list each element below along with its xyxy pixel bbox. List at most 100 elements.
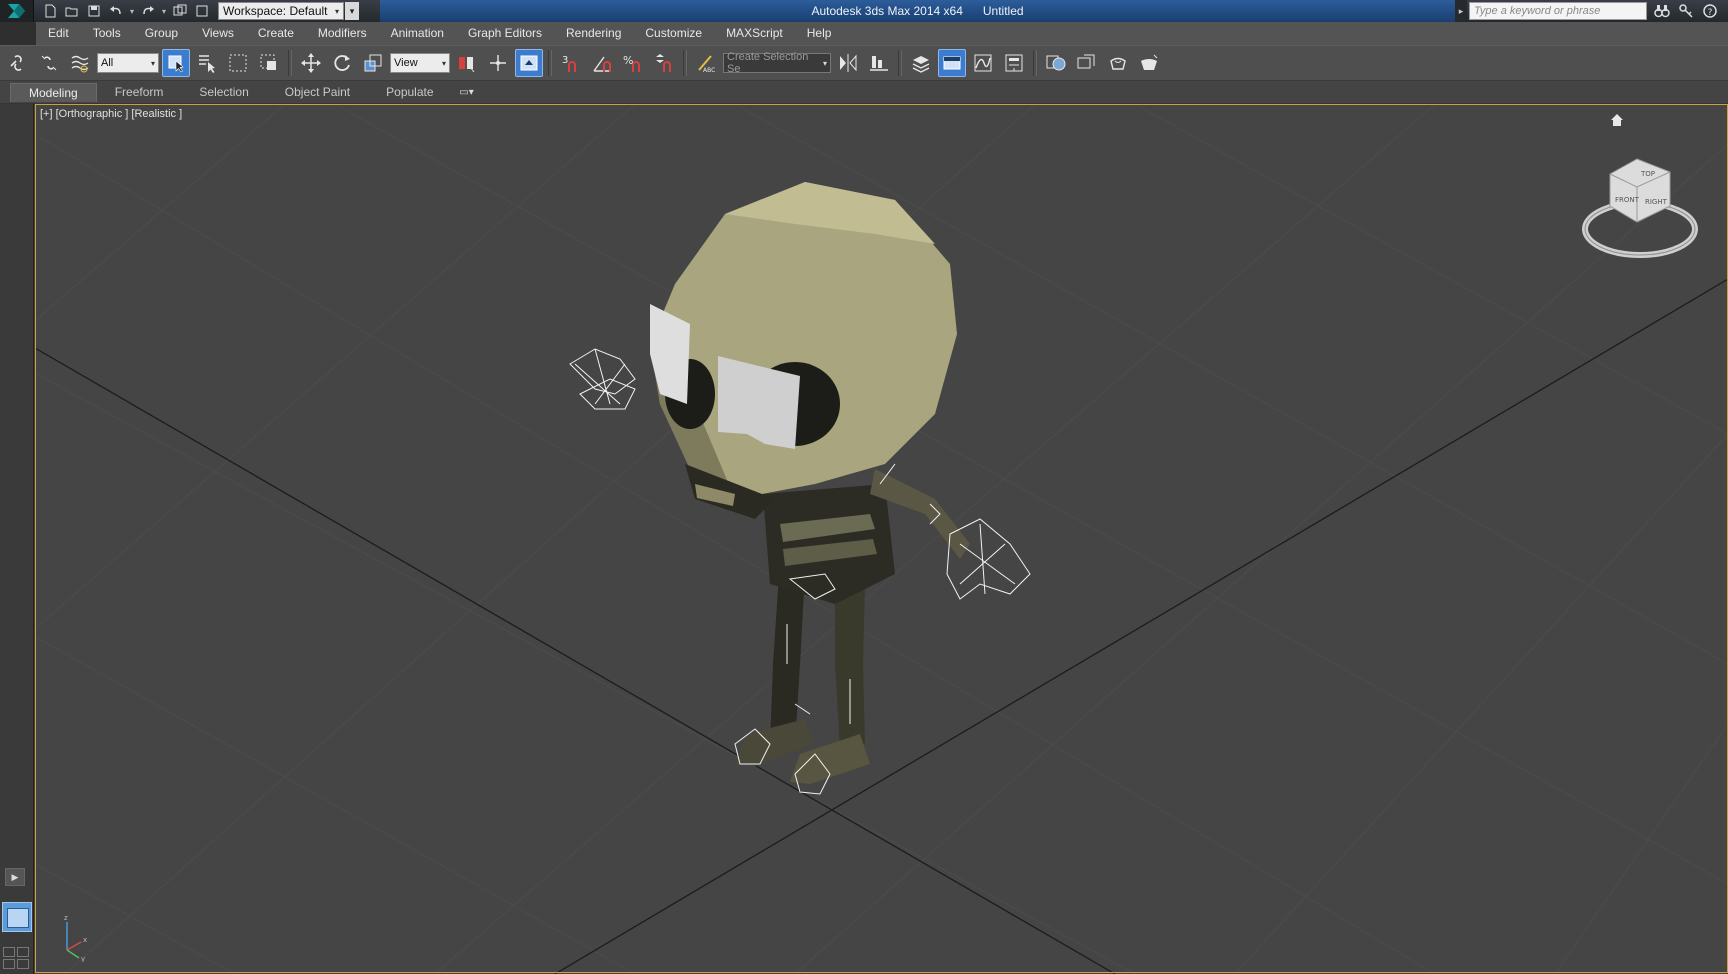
- fetch-icon[interactable]: [192, 2, 212, 20]
- quick-access-customize-icon[interactable]: ▾: [345, 2, 359, 20]
- viewport-layouts-icon[interactable]: [2, 946, 32, 972]
- search-placeholder: Type a keyword or phrase: [1474, 5, 1601, 17]
- viewport-label[interactable]: [+] [Orthographic ] [Realistic ]: [40, 108, 182, 120]
- keyboard-shortcut-override-icon[interactable]: [515, 49, 543, 77]
- select-and-manipulate-icon[interactable]: [484, 49, 512, 77]
- mirror-icon[interactable]: [834, 49, 862, 77]
- select-and-rotate-icon[interactable]: [328, 49, 356, 77]
- reference-coordinate-value: View: [394, 57, 418, 69]
- menu-tools[interactable]: Tools: [81, 22, 133, 45]
- menu-bar: Edit Tools Group Views Create Modifiers …: [0, 22, 1728, 45]
- percent-snap-toggle-icon[interactable]: %: [619, 49, 647, 77]
- play-icon[interactable]: ▶: [5, 868, 25, 886]
- window-title: Autodesk 3ds Max 2014 x64 Untitled: [380, 0, 1455, 22]
- axis-tripod-icon: z x y: [64, 914, 87, 962]
- axis-y-label: y: [81, 955, 85, 962]
- curve-editor-icon[interactable]: [969, 49, 997, 77]
- named-selection-sets-dropdown[interactable]: Create Selection Se ▾: [723, 51, 831, 75]
- menu-graph-editors[interactable]: Graph Editors: [456, 22, 554, 45]
- align-icon[interactable]: [865, 49, 893, 77]
- menu-views[interactable]: Views: [190, 22, 246, 45]
- viewcube-front-label[interactable]: FRONT: [1615, 196, 1640, 204]
- unlink-selection-icon[interactable]: [35, 49, 63, 77]
- redo-icon[interactable]: [138, 2, 158, 20]
- render-production-icon[interactable]: [1135, 49, 1163, 77]
- viewport-layout-button[interactable]: [2, 902, 32, 932]
- menu-customize[interactable]: Customize: [633, 22, 714, 45]
- selection-filter-dropdown[interactable]: All ▾: [97, 53, 159, 73]
- select-object-icon[interactable]: [162, 49, 190, 77]
- spinner-snap-toggle-icon[interactable]: [650, 49, 678, 77]
- viewcube-icon[interactable]: TOP FRONT RIGHT: [1575, 154, 1705, 264]
- select-and-link-icon[interactable]: [4, 49, 32, 77]
- undo-icon[interactable]: [106, 2, 126, 20]
- perspective-viewport[interactable]: [+] [Orthographic ] [Realistic ] TOP FRO…: [35, 104, 1728, 974]
- menu-bar-spacer: [0, 22, 36, 45]
- menu-maxscript[interactable]: MAXScript: [714, 22, 795, 45]
- chevron-down-icon: ▾: [822, 58, 827, 68]
- material-editor-icon[interactable]: [1042, 49, 1070, 77]
- workspace-label: Workspace: Default: [223, 4, 328, 18]
- edit-named-selection-icon[interactable]: ABC: [692, 49, 720, 77]
- open-file-icon[interactable]: [62, 2, 82, 20]
- angle-snap-toggle-icon[interactable]: [588, 49, 616, 77]
- menu-edit[interactable]: Edit: [36, 22, 81, 45]
- toggle-ribbon-icon[interactable]: [938, 49, 966, 77]
- viewport-scene: [35, 104, 1728, 974]
- quick-access-toolbar: ▾ ▾: [40, 2, 212, 20]
- document-name: Untitled: [982, 4, 1024, 18]
- menu-animation[interactable]: Animation: [379, 22, 456, 45]
- tab-object-paint[interactable]: Object Paint: [267, 83, 368, 102]
- chevron-down-icon: ▾: [441, 58, 446, 68]
- window-crossing-icon[interactable]: [255, 49, 283, 77]
- named-selection-placeholder: Create Selection Se: [727, 51, 809, 75]
- viewcube-right-label[interactable]: RIGHT: [1645, 198, 1668, 206]
- rendered-frame-window-icon[interactable]: [1104, 49, 1132, 77]
- chevron-down-icon: ▾: [334, 6, 339, 16]
- undo-dropdown-icon[interactable]: ▾: [128, 7, 136, 16]
- reference-coordinate-dropdown[interactable]: View ▾: [390, 53, 450, 73]
- tab-populate[interactable]: Populate: [368, 83, 451, 102]
- key-icon[interactable]: [1676, 2, 1696, 20]
- viewcube-top-label[interactable]: TOP: [1640, 170, 1655, 178]
- toolbar-separator: [898, 50, 902, 76]
- selection-filter-value: All: [101, 57, 114, 69]
- left-command-strip: ▶: [0, 104, 34, 974]
- schematic-view-icon[interactable]: [1000, 49, 1028, 77]
- app-menu-button[interactable]: [0, 0, 34, 22]
- app-name: Autodesk 3ds Max 2014 x64: [811, 4, 963, 18]
- bind-to-space-warp-icon[interactable]: [66, 49, 94, 77]
- snaps-toggle-icon[interactable]: 3: [557, 49, 585, 77]
- home-icon[interactable]: [1609, 112, 1625, 128]
- infocenter-collapse-icon[interactable]: ▸: [1455, 0, 1467, 22]
- menu-group[interactable]: Group: [133, 22, 190, 45]
- tab-selection[interactable]: Selection: [181, 83, 266, 102]
- main-toolbar: All ▾ View ▾ 3 % ABC Create Selection Se ▾: [0, 45, 1728, 81]
- hold-icon[interactable]: [170, 2, 190, 20]
- select-and-scale-icon[interactable]: [359, 49, 387, 77]
- pivot-center-icon[interactable]: [453, 49, 481, 77]
- toolbar-separator: [683, 50, 687, 76]
- save-file-icon[interactable]: [84, 2, 104, 20]
- select-and-move-icon[interactable]: [297, 49, 325, 77]
- new-file-icon[interactable]: [40, 2, 60, 20]
- tab-freeform[interactable]: Freeform: [97, 83, 182, 102]
- workspace-dropdown[interactable]: Workspace: Default ▾: [218, 2, 344, 20]
- render-setup-icon[interactable]: [1073, 49, 1101, 77]
- menu-modifiers[interactable]: Modifiers: [306, 22, 379, 45]
- help-icon[interactable]: ?: [1700, 2, 1720, 20]
- ribbon-options-icon[interactable]: ▭▾: [452, 83, 482, 102]
- menu-help[interactable]: Help: [795, 22, 844, 45]
- menu-create[interactable]: Create: [246, 22, 306, 45]
- search-input[interactable]: Type a keyword or phrase: [1469, 2, 1647, 20]
- tab-modeling[interactable]: Modeling: [10, 82, 97, 102]
- rectangular-selection-region-icon[interactable]: [224, 49, 252, 77]
- select-by-name-icon[interactable]: [193, 49, 221, 77]
- menu-rendering[interactable]: Rendering: [554, 22, 633, 45]
- redo-dropdown-icon[interactable]: ▾: [160, 7, 168, 16]
- toolbar-separator: [288, 50, 292, 76]
- 3dsmax-logo-icon: [7, 4, 25, 18]
- chevron-down-icon: ▾: [150, 58, 155, 68]
- layer-manager-icon[interactable]: [907, 49, 935, 77]
- binoculars-icon[interactable]: [1652, 2, 1672, 20]
